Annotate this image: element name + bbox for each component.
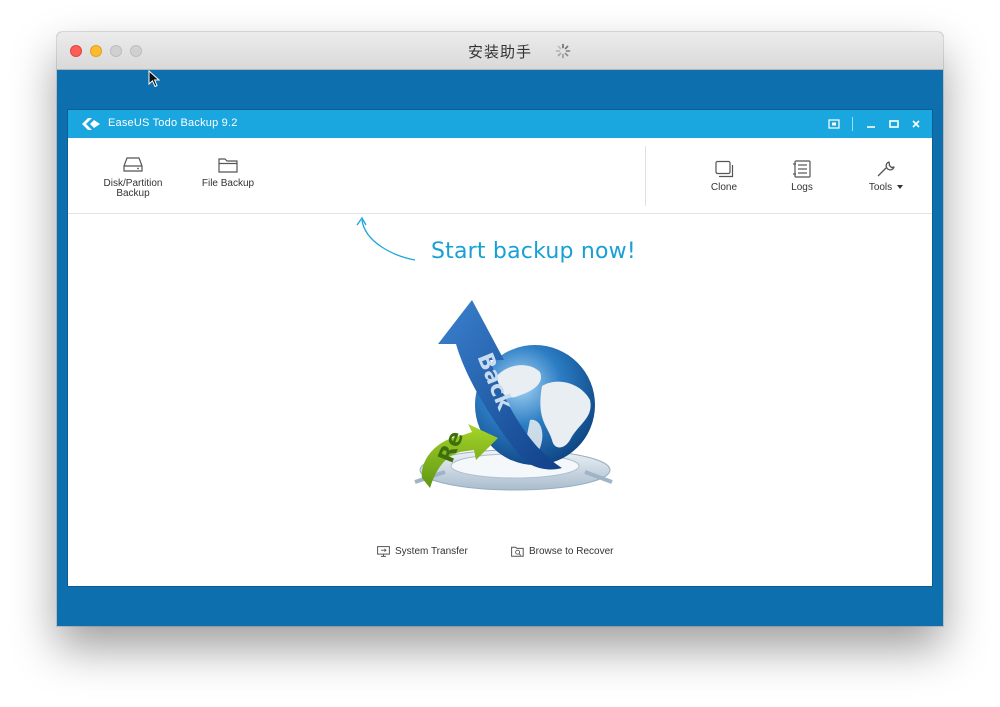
mouse-cursor-icon [148,70,161,88]
folder-icon [218,158,238,173]
toolbar-divider [645,146,646,206]
close-button[interactable] [908,116,924,132]
clone-button[interactable]: Clone [684,160,764,193]
file-backup-label: File Backup [201,178,255,189]
toolbar: Disk/Partition Backup File Backup Clone … [68,138,932,214]
mac-window: 安装助手 EaseUS Todo Backup 9.2 Disk/Partiti… [57,32,943,626]
system-transfer-link[interactable]: System Transfer [377,546,468,557]
tools-label-row: Tools [846,183,926,193]
disk-partition-label-line2: Backup [116,188,150,199]
backup-globe-illustration: Re Back [414,300,613,491]
logs-icon [793,160,811,178]
caret-down-icon [897,185,904,189]
easeus-logo-icon [82,118,100,130]
loading-spinner-icon [555,43,571,59]
tools-dropdown[interactable]: Tools [846,160,926,193]
mac-titlebar[interactable]: 安装助手 [57,32,943,70]
logs-button[interactable]: Logs [762,160,842,193]
clone-label: Clone [710,182,738,193]
mac-window-title: 安装助手 [467,44,532,61]
logs-label: Logs [791,182,813,193]
maximize-button[interactable] [886,116,902,132]
restore-window-icon[interactable] [826,116,842,132]
wrench-icon [877,161,895,177]
tools-label: Tools [868,182,893,193]
clone-icon [715,160,734,178]
disk-partition-backup-button[interactable]: Disk/Partition Backup [93,156,173,199]
system-transfer-icon [377,546,390,557]
minimize-button[interactable] [863,116,879,132]
app-title: EaseUS Todo Backup 9.2 [108,117,238,129]
curved-arrow-icon [356,216,416,261]
mac-window-content: EaseUS Todo Backup 9.2 Disk/Partition Ba… [57,70,943,626]
start-backup-headline[interactable]: Start backup now! [431,239,636,264]
app-window: EaseUS Todo Backup 9.2 Disk/Partition Ba… [68,110,932,586]
hard-drive-icon [123,157,143,172]
system-transfer-label: System Transfer [395,546,468,557]
titlebar-separator [852,117,853,131]
browse-to-recover-link[interactable]: Browse to Recover [511,546,613,557]
file-backup-button[interactable]: File Backup [188,156,268,189]
app-titlebar[interactable]: EaseUS Todo Backup 9.2 [68,110,932,138]
browse-recover-icon [511,546,524,557]
browse-to-recover-label: Browse to Recover [529,546,614,557]
